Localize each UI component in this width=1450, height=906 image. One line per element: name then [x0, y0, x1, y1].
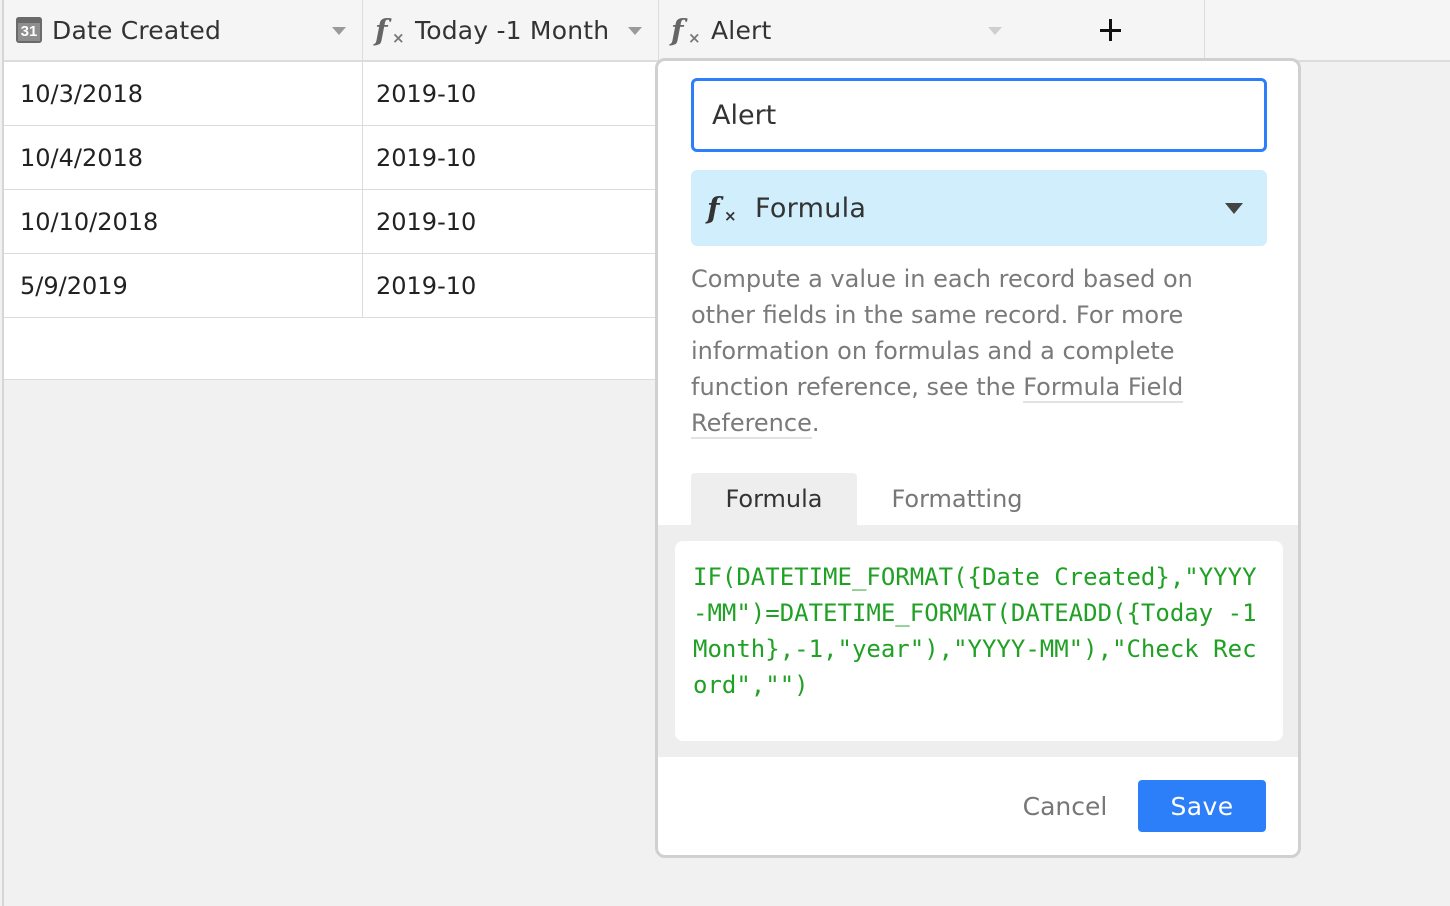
today-minus-month-cell[interactable]: 2019-10: [363, 62, 659, 125]
column-label: Today -1 Month: [415, 15, 610, 45]
tab-formula[interactable]: Formula: [691, 473, 857, 525]
save-button[interactable]: Save: [1138, 780, 1266, 832]
formula-icon: f ×: [375, 13, 405, 47]
table-row[interactable]: 10/3/2018 2019-10: [4, 62, 659, 126]
date-created-cell[interactable]: 10/4/2018: [4, 126, 363, 189]
field-type-label: Formula: [755, 192, 867, 224]
table-row[interactable]: 10/4/2018 2019-10: [4, 126, 659, 190]
column-header-alert[interactable]: f × Alert: [659, 0, 1019, 60]
formula-icon: f ×: [671, 13, 701, 47]
tab-formatting[interactable]: Formatting: [857, 473, 1057, 525]
field-type-description: Compute a value in each record based on …: [691, 265, 1193, 439]
column-header-row: 31 Date Created f × Today -1 Month f × Ale…: [4, 0, 1450, 62]
editor-tabs: Formula Formatting: [691, 473, 1291, 525]
chevron-down-icon[interactable]: [988, 27, 1002, 35]
column-header-today-minus-month[interactable]: f × Today -1 Month: [363, 0, 659, 60]
field-name-input[interactable]: [691, 78, 1267, 152]
table-row[interactable]: 10/10/2018 2019-10: [4, 190, 659, 254]
formula-icon: f ×: [707, 191, 737, 225]
column-label: Alert: [711, 15, 772, 45]
column-label: Date Created: [52, 15, 222, 45]
cancel-button[interactable]: Cancel: [1008, 780, 1122, 832]
today-minus-month-cell[interactable]: 2019-10: [363, 254, 659, 317]
formula-panel: IF(DATETIME_FORMAT({Date Created},"YYYY-…: [658, 525, 1298, 757]
date-created-cell[interactable]: 5/9/2019: [4, 254, 363, 317]
add-record-row[interactable]: [4, 318, 659, 380]
formula-editor[interactable]: IF(DATETIME_FORMAT({Date Created},"YYYY-…: [675, 541, 1283, 741]
record-rows: 10/3/2018 2019-10 10/4/2018 2019-10 10/1…: [4, 62, 659, 380]
today-minus-month-cell[interactable]: 2019-10: [363, 126, 659, 189]
date-created-cell[interactable]: 10/3/2018: [4, 62, 363, 125]
formula-text[interactable]: IF(DATETIME_FORMAT({Date Created},"YYYY-…: [693, 559, 1265, 703]
add-column-button[interactable]: [1015, 0, 1205, 60]
date-created-cell[interactable]: 10/10/2018: [4, 190, 363, 253]
calendar-icon: 31: [16, 17, 42, 43]
table-row[interactable]: 5/9/2019 2019-10: [4, 254, 659, 318]
field-type-select[interactable]: f × Formula: [691, 170, 1267, 246]
chevron-down-icon[interactable]: [628, 27, 642, 35]
column-header-date-created[interactable]: 31 Date Created: [4, 0, 363, 60]
chevron-down-icon: [1225, 203, 1243, 214]
field-editor-popup: f× Formula Compute a value in each recor…: [655, 58, 1301, 858]
chevron-down-icon[interactable]: [332, 27, 346, 35]
today-minus-month-cell[interactable]: 2019-10: [363, 190, 659, 253]
